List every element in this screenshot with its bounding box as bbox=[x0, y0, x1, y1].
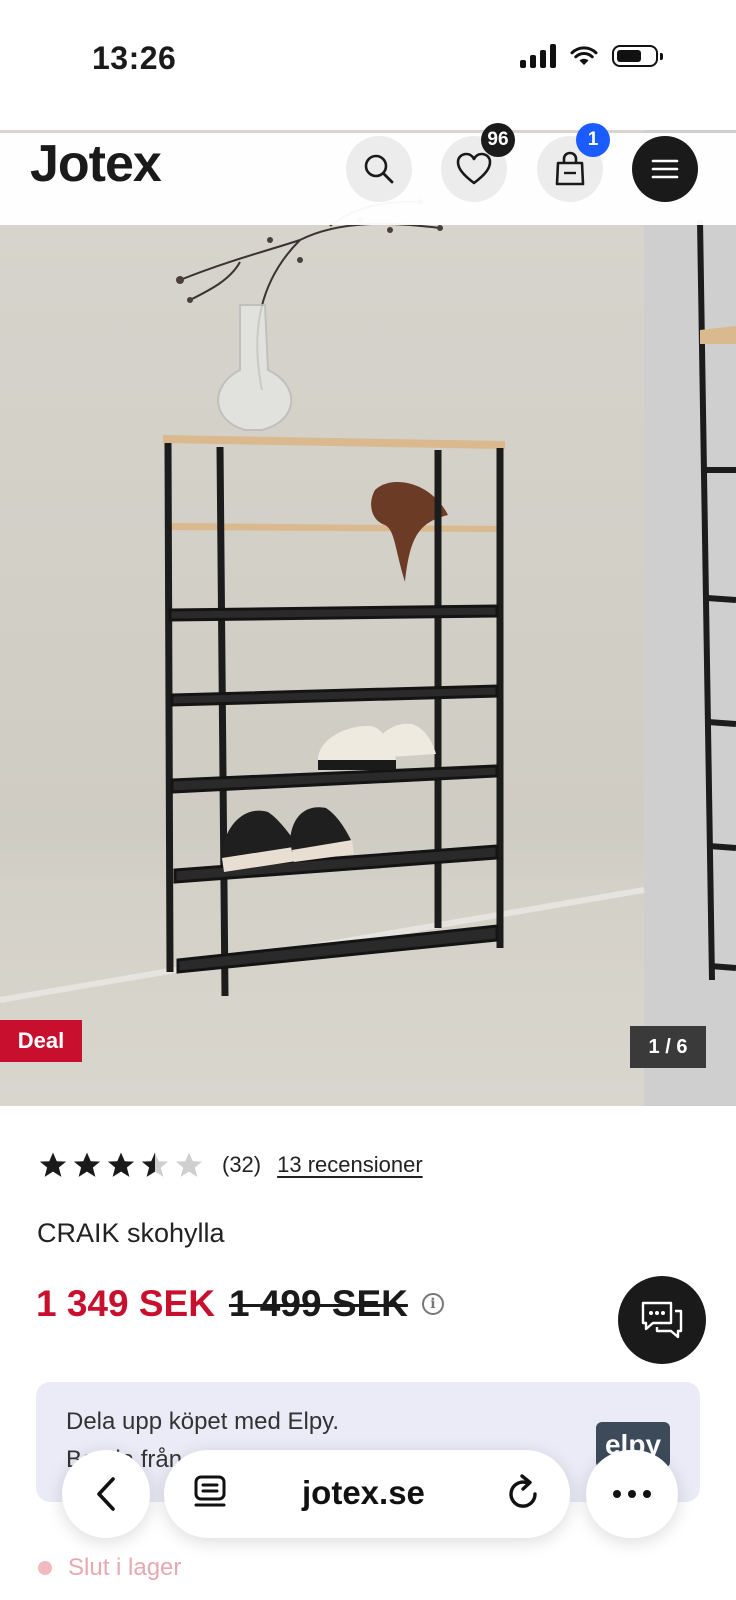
deal-badge: Deal bbox=[0, 1020, 82, 1062]
cart-count-badge: 1 bbox=[576, 123, 610, 157]
star-half-icon bbox=[141, 1152, 169, 1177]
reader-mode-icon[interactable] bbox=[192, 1474, 228, 1512]
star-empty-icon bbox=[175, 1152, 203, 1177]
search-icon bbox=[364, 154, 394, 184]
cellular-signal-icon bbox=[520, 44, 556, 68]
chat-icon bbox=[641, 1301, 683, 1339]
bag-icon bbox=[555, 151, 585, 186]
shoe-rack-illustration bbox=[0, 199, 736, 1003]
star-full-icon bbox=[107, 1152, 135, 1177]
original-price: 1 499 SEK bbox=[228, 1283, 408, 1324]
product-title: CRAIK skohylla bbox=[37, 1218, 225, 1248]
price-row: 1 349 SEK 1 499 SEK i bbox=[36, 1283, 444, 1325]
more-dot bbox=[643, 1490, 651, 1498]
price-info-icon[interactable]: i bbox=[421, 1293, 444, 1315]
wifi-icon bbox=[570, 46, 598, 65]
product-rating: (32) 13 recensioner bbox=[38, 1150, 423, 1180]
image-counter: 1 / 6 bbox=[630, 1026, 706, 1068]
reload-icon[interactable] bbox=[504, 1472, 542, 1512]
rating-count: (32) bbox=[222, 1152, 262, 1177]
chat-button[interactable] bbox=[618, 1276, 706, 1364]
stock-status-dot bbox=[38, 1561, 52, 1575]
wishlist-count-badge: 96 bbox=[481, 123, 515, 157]
more-dot bbox=[628, 1490, 636, 1498]
sale-price: 1 349 SEK bbox=[36, 1283, 215, 1324]
status-bar: 13:26 bbox=[0, 0, 736, 120]
battery-icon bbox=[612, 45, 663, 67]
menu-icon bbox=[651, 159, 679, 179]
search-button[interactable] bbox=[346, 136, 412, 202]
star-full-icon bbox=[39, 1152, 67, 1177]
browser-more-button[interactable] bbox=[586, 1450, 678, 1538]
stock-status: Slut i lager bbox=[38, 1554, 181, 1582]
status-icons bbox=[520, 44, 663, 68]
status-time: 13:26 bbox=[92, 40, 177, 76]
menu-button[interactable] bbox=[632, 136, 698, 202]
jotex-logo[interactable]: Jotex bbox=[30, 134, 162, 194]
chevron-left-icon bbox=[97, 1477, 115, 1511]
browser-back-button[interactable] bbox=[62, 1450, 150, 1538]
heart-icon bbox=[456, 152, 492, 185]
product-image-gallery[interactable] bbox=[0, 130, 736, 1106]
reviews-link[interactable]: 13 recensioner bbox=[277, 1152, 423, 1178]
elpy-headline: Dela upp köpet med Elpy. bbox=[66, 1408, 340, 1435]
more-dot bbox=[613, 1490, 621, 1498]
stock-status-label: Slut i lager bbox=[68, 1554, 182, 1581]
browser-url-bar[interactable]: jotex.se bbox=[164, 1450, 570, 1538]
url-text: jotex.se bbox=[302, 1474, 425, 1511]
rating-stars bbox=[38, 1150, 204, 1180]
star-full-icon bbox=[73, 1152, 101, 1177]
